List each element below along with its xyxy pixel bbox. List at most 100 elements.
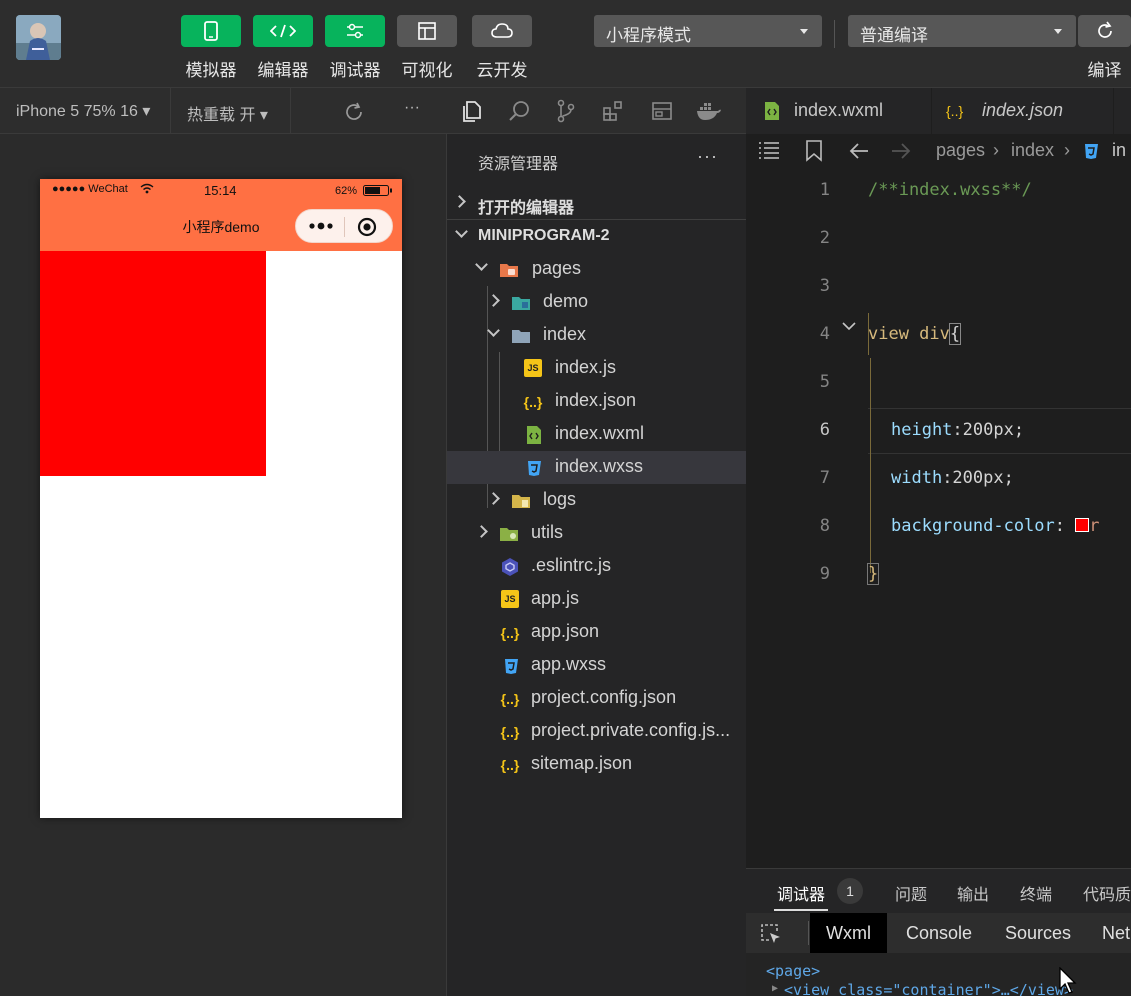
tree-item-utils[interactable]: utils	[447, 517, 747, 550]
chevron-down-icon	[475, 258, 488, 271]
wxml-file-icon	[524, 425, 544, 445]
code-line-4: view div{	[868, 323, 962, 345]
line-number: 7	[819, 468, 830, 488]
tree-item-index-js[interactable]: JS index.js	[447, 352, 747, 385]
hot-reload-toggle[interactable]: 热重载 开 ▾	[187, 101, 268, 125]
inspect-element-icon[interactable]	[760, 923, 782, 950]
tab-output[interactable]: 输出	[957, 881, 989, 905]
tab-network[interactable]: Net	[1102, 913, 1130, 953]
tab-sources[interactable]: Sources	[1005, 913, 1071, 953]
code-line-1: /**index.wxss**/	[868, 180, 1032, 200]
device-select[interactable]: iPhone 5 75% 16 ▾	[16, 101, 150, 121]
list-icon[interactable]	[758, 141, 780, 164]
layout-icon[interactable]	[650, 99, 674, 128]
fold-chevron-icon[interactable]	[842, 316, 856, 336]
tab-wxml[interactable]: Wxml	[810, 913, 887, 953]
tab-terminal[interactable]: 终端	[1020, 881, 1052, 905]
cloud-label: 云开发	[476, 61, 528, 80]
chevron-right-icon	[487, 492, 500, 505]
bookmark-icon[interactable]	[805, 140, 823, 167]
mode-select[interactable]: 小程序模式	[594, 15, 822, 47]
json-file-icon: {..}	[500, 757, 520, 773]
css-file-icon	[524, 458, 544, 478]
simulator-button[interactable]: 模拟器	[181, 15, 241, 81]
tree-item-app-wxss[interactable]: app.wxss	[447, 649, 747, 682]
extensions-icon[interactable]	[601, 99, 625, 128]
battery-label: 62%	[335, 185, 358, 197]
tab-index-json[interactable]: {..} index.json	[932, 88, 1114, 134]
code-line-7: width:200px;	[891, 468, 1014, 488]
compile-button[interactable]: 编译	[1078, 15, 1131, 81]
tree-item-index-wxss[interactable]: index.wxss	[447, 451, 747, 484]
dom-node-page[interactable]: <page>	[766, 962, 820, 980]
tree-item-pages[interactable]: pages	[447, 253, 747, 286]
editor-tabs: index.wxml {..} index.json	[746, 88, 1131, 134]
project-section[interactable]: MINIPROGRAM-2	[447, 220, 747, 253]
visualize-button[interactable]: 可视化	[397, 15, 457, 81]
explorer-title: 资源管理器	[478, 156, 559, 173]
tree-item-demo[interactable]: demo	[447, 286, 747, 319]
search-icon[interactable]	[507, 99, 531, 128]
tab-problems[interactable]: 问题	[895, 881, 927, 905]
chevron-down-icon	[455, 225, 468, 238]
breadcrumb-separator: ›	[1064, 140, 1070, 160]
tree-item-index-folder[interactable]: index	[447, 319, 747, 352]
tab-index-wxml[interactable]: index.wxml	[746, 88, 932, 134]
user-avatar[interactable]	[16, 15, 61, 60]
line-number: 2	[819, 228, 830, 248]
phone-status-bar: ●●●●● WeChat 15:14 62%	[40, 179, 402, 201]
explorer-more-button[interactable]: ···	[697, 146, 718, 167]
files-icon[interactable]	[460, 99, 484, 128]
chevron-right-icon	[453, 195, 466, 208]
folder-open-icon	[499, 260, 519, 280]
close-target-icon[interactable]	[356, 216, 378, 243]
tab-code-quality[interactable]: 代码质	[1083, 881, 1131, 905]
divider	[808, 921, 809, 945]
menu-capsule[interactable]	[295, 209, 393, 243]
color-swatch[interactable]	[1075, 518, 1090, 532]
tree-item-app-js[interactable]: JS app.js	[447, 583, 747, 616]
editor-button[interactable]: 编辑器	[253, 15, 313, 81]
source-control-icon[interactable]	[554, 99, 578, 128]
active-tab-indicator	[774, 909, 828, 911]
mode-select-value: 小程序模式	[606, 26, 691, 45]
top-toolbar: 模拟器 编辑器 调试器 可视化 云开发 小程序模式 普通编译 编译	[0, 0, 1131, 88]
dom-node-view[interactable]: <view class="container">…</view>	[784, 981, 1073, 996]
tree-item-project-private-config[interactable]: {..} project.private.config.js...	[447, 715, 747, 748]
breadcrumb-file[interactable]: in	[1112, 140, 1126, 161]
cloud-button[interactable]: 云开发	[472, 15, 532, 81]
tab-debugger[interactable]: 调试器	[777, 881, 825, 905]
rotate-icon[interactable]	[343, 101, 365, 128]
explorer-panel: 资源管理器 ··· 打开的编辑器 MINIPROGRAM-2 pages dem…	[446, 134, 747, 996]
sim-more-button[interactable]: ···	[404, 99, 420, 117]
tab-console[interactable]: Console	[906, 913, 972, 953]
code-line-9: }	[866, 563, 880, 585]
debugger-label: 调试器	[329, 61, 381, 80]
more-dots-icon[interactable]	[308, 218, 334, 239]
line-number: 6	[819, 420, 830, 440]
tree-item-eslintrc[interactable]: .eslintrc.js	[447, 550, 747, 583]
js-file-icon: JS	[501, 590, 519, 608]
tree-item-sitemap[interactable]: {..} sitemap.json	[447, 748, 747, 781]
capsule-divider	[344, 217, 345, 237]
open-editors-section[interactable]: 打开的编辑器	[447, 187, 747, 220]
wifi-icon	[140, 183, 154, 197]
sliders-icon	[325, 15, 385, 47]
debugger-button[interactable]: 调试器	[325, 15, 385, 81]
breadcrumb: pages › index › in	[746, 134, 1131, 168]
breadcrumb-pages[interactable]: pages	[936, 140, 985, 161]
code-editor[interactable]: 1 2 3 4 5 6 7 8 9 /**index.wxss**/ view …	[746, 168, 1131, 868]
back-arrow-icon[interactable]	[848, 140, 870, 167]
line-number: 5	[819, 372, 830, 392]
expand-triangle-icon[interactable]: ▶	[772, 983, 778, 994]
tree-item-app-json[interactable]: {..} app.json	[447, 616, 747, 649]
tree-item-logs[interactable]: logs	[447, 484, 747, 517]
docker-icon[interactable]	[696, 100, 722, 127]
tree-item-index-wxml[interactable]: index.wxml	[447, 418, 747, 451]
battery-icon	[363, 185, 393, 199]
breadcrumb-index[interactable]: index	[1011, 140, 1054, 161]
tree-item-index-json[interactable]: {..} index.json	[447, 385, 747, 418]
compile-select[interactable]: 普通编译	[848, 15, 1076, 47]
forward-arrow-icon[interactable]	[890, 140, 912, 167]
tree-item-project-config[interactable]: {..} project.config.json	[447, 682, 747, 715]
